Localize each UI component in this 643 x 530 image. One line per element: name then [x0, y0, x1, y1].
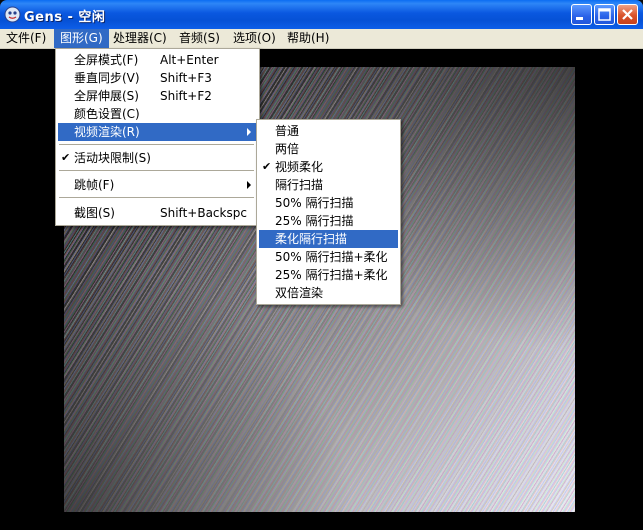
render-option-scanline-25-soften[interactable]: 25% 隔行扫描+柔化 [259, 266, 398, 284]
menu-audio[interactable]: 音频(S) [173, 29, 226, 48]
menu-separator [59, 144, 254, 146]
render-option-scanline-50-soften[interactable]: 50% 隔行扫描+柔化 [259, 248, 398, 266]
menu-separator [59, 197, 254, 199]
title-bar[interactable]: Gens - 空闲 [0, 0, 643, 29]
submenu-arrow-icon [247, 128, 251, 136]
menu-separator [59, 170, 254, 172]
menu-help[interactable]: 帮助(H) [281, 29, 335, 48]
maximize-button[interactable] [594, 4, 615, 25]
menu-options[interactable]: 选项(O) [227, 29, 282, 48]
checkmark-icon: ✔ [262, 160, 272, 173]
window-title: Gens - 空闲 [24, 10, 106, 25]
menu-item-screenshot[interactable]: 截图(S) Shift+Backspc [58, 204, 257, 222]
menu-processor[interactable]: 处理器(C) [107, 29, 173, 48]
render-option-normal[interactable]: 普通 [259, 122, 398, 140]
close-button[interactable] [617, 4, 638, 25]
render-option-scanline[interactable]: 隔行扫描 [259, 176, 398, 194]
menu-item-vsync[interactable]: 垂直同步(V) Shift+F3 [58, 69, 257, 87]
menu-item-fullscreen-stretch[interactable]: 全屏伸展(S) Shift+F2 [58, 87, 257, 105]
render-option-scanline-50[interactable]: 50% 隔行扫描 [259, 194, 398, 212]
render-option-video-soften[interactable]: ✔ 视频柔化 [259, 158, 398, 176]
minimize-icon [576, 17, 583, 20]
menu-item-video-render[interactable]: 视频渲染(R) [58, 123, 257, 141]
submenu-arrow-icon [247, 181, 251, 189]
gens-app-icon [4, 6, 21, 23]
menu-file[interactable]: 文件(F) [0, 29, 52, 48]
render-option-soft-scanline[interactable]: 柔化隔行扫描 [259, 230, 398, 248]
video-render-submenu: 普通 两倍 ✔ 视频柔化 隔行扫描 50% 隔行扫描 25% 隔行扫描 柔化隔行… [256, 119, 401, 305]
menu-item-color-settings[interactable]: 颜色设置(C) [58, 105, 257, 123]
render-option-double[interactable]: 两倍 [259, 140, 398, 158]
close-icon [622, 9, 633, 20]
app-window: Gens - 空闲 文件(F) 图形(G) 处理器(C) 音频(S) 选项(O)… [0, 0, 643, 530]
minimize-button[interactable] [571, 4, 592, 25]
checkmark-icon: ✔ [61, 151, 71, 164]
menu-graphics[interactable]: 图形(G) [54, 29, 109, 48]
render-option-scanline-25[interactable]: 25% 隔行扫描 [259, 212, 398, 230]
maximize-icon [598, 8, 611, 21]
menu-item-sprite-limit[interactable]: ✔ 活动块限制(S) [58, 149, 257, 167]
render-option-double-render[interactable]: 双倍渲染 [259, 284, 398, 302]
menu-item-frame-skip[interactable]: 跳帧(F) [58, 176, 257, 194]
menu-item-fullscreen[interactable]: 全屏模式(F) Alt+Enter [58, 51, 257, 69]
menu-bar: 文件(F) 图形(G) 处理器(C) 音频(S) 选项(O) 帮助(H) [0, 29, 643, 49]
graphics-menu: 全屏模式(F) Alt+Enter 垂直同步(V) Shift+F3 全屏伸展(… [55, 48, 260, 226]
